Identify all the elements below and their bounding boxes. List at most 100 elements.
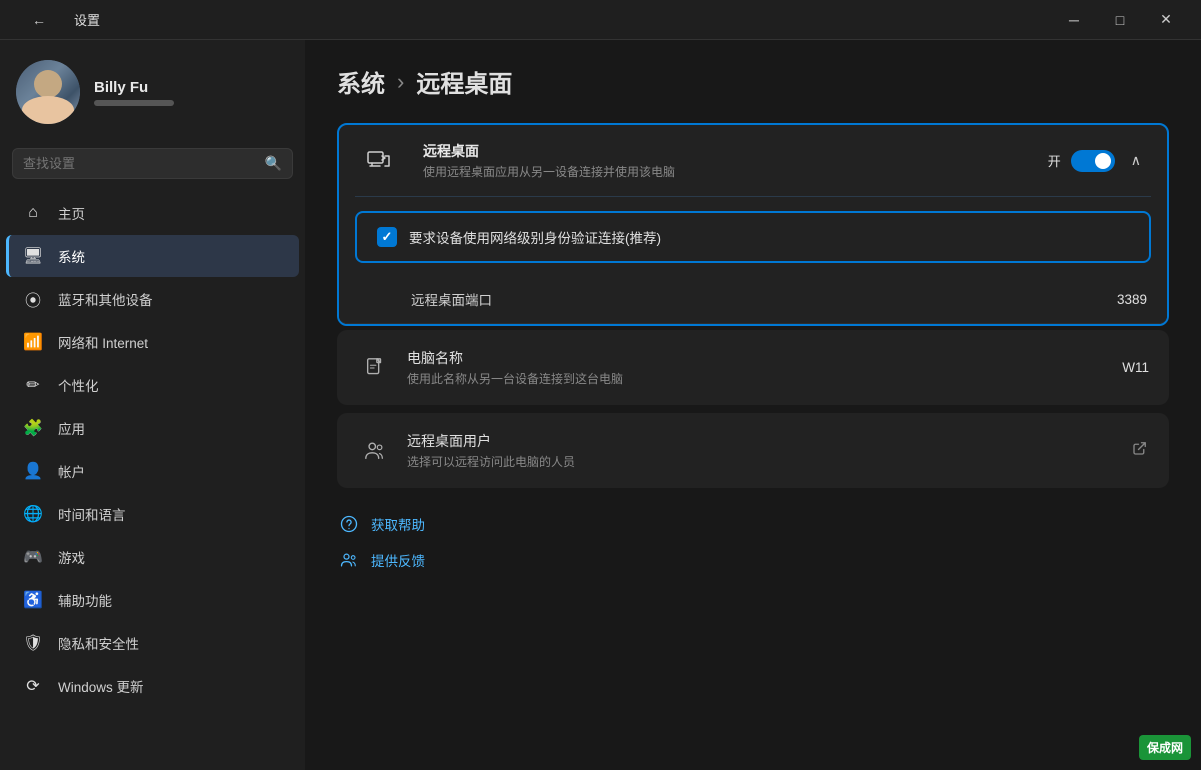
- breadcrumb-current: 远程桌面: [416, 64, 512, 99]
- remote-users-subtitle: 选择可以远程访问此电脑的人员: [407, 453, 1117, 470]
- sidebar-label-bluetooth: 蓝牙和其他设备: [58, 289, 153, 309]
- pc-name-title: 电脑名称: [407, 348, 1108, 368]
- users-icon: [364, 440, 386, 462]
- watermark: 保成网: [1139, 735, 1191, 760]
- remote-desktop-subtitle: 使用远程桌面应用从另一设备连接并使用该电脑: [423, 163, 1036, 180]
- pc-name-text: 电脑名称 使用此名称从另一台设备连接到这台电脑: [407, 348, 1108, 387]
- toggle-area: 开 ∧: [1048, 150, 1147, 172]
- remote-desktop-icon: [367, 149, 391, 173]
- avatar: [16, 60, 80, 124]
- content-area: 系统 › 远程桌面 远程桌面 使用远程桌面应用从另一设备连接并使用该电脑: [305, 40, 1201, 770]
- sidebar-label-windows-update: Windows 更新: [58, 676, 144, 696]
- sidebar-label-apps: 应用: [58, 418, 85, 438]
- sidebar-item-apps[interactable]: 🧩 应用: [6, 407, 299, 449]
- check-icon: ✓: [382, 229, 393, 245]
- remote-desktop-title: 远程桌面: [423, 141, 1036, 161]
- port-label: 远程桌面端口: [411, 289, 1117, 309]
- remote-desktop-icon-area: [359, 149, 399, 173]
- feedback-icon: [337, 548, 361, 572]
- remote-desktop-toggle[interactable]: [1071, 150, 1115, 172]
- sidebar-label-system: 系统: [58, 246, 85, 266]
- toggle-label: 开: [1048, 151, 1061, 170]
- titlebar-title: 设置: [74, 10, 100, 29]
- sidebar: Billy Fu 🔍 ⌂ 主页 🖥 系统 ⦿ 蓝牙和其他设备 �: [0, 40, 305, 770]
- remote-users-row[interactable]: 远程桌面用户 选择可以远程访问此电脑的人员: [337, 413, 1169, 488]
- user-info: Billy Fu: [94, 79, 174, 106]
- sidebar-item-accounts[interactable]: 👤 帐户: [6, 450, 299, 492]
- time-icon: 🌐: [22, 503, 44, 525]
- external-link-icon: [1131, 439, 1149, 462]
- nla-checkbox[interactable]: ✓: [377, 227, 397, 247]
- search-box[interactable]: 🔍: [12, 148, 293, 179]
- pc-name-card: 电脑名称 使用此名称从另一台设备连接到这台电脑 W11: [337, 330, 1169, 405]
- sidebar-label-gaming: 游戏: [58, 547, 85, 567]
- pc-name-value: W11: [1122, 360, 1149, 375]
- main-layout: Billy Fu 🔍 ⌂ 主页 🖥 系统 ⦿ 蓝牙和其他设备 �: [0, 40, 1201, 770]
- remote-users-card: 远程桌面用户 选择可以远程访问此电脑的人员: [337, 413, 1169, 488]
- maximize-button[interactable]: □: [1097, 4, 1143, 36]
- breadcrumb-separator: ›: [397, 69, 404, 95]
- back-button[interactable]: ←: [16, 4, 62, 36]
- user-profile[interactable]: Billy Fu: [0, 40, 305, 144]
- sidebar-item-windows-update[interactable]: ⟳ Windows 更新: [6, 665, 299, 707]
- remote-desktop-text: 远程桌面 使用远程桌面应用从另一设备连接并使用该电脑: [423, 141, 1036, 180]
- bluetooth-icon: ⦿: [22, 288, 44, 310]
- shield-icon: 🛡: [22, 632, 44, 654]
- help-icon: [337, 512, 361, 536]
- window-controls: ─ □ ✕: [1051, 4, 1189, 36]
- pc-name-subtitle: 使用此名称从另一台设备连接到这台电脑: [407, 370, 1108, 387]
- accounts-icon: 👤: [22, 460, 44, 482]
- get-help-label: 获取帮助: [371, 514, 425, 534]
- sidebar-item-privacy[interactable]: 🛡 隐私和安全性: [6, 622, 299, 664]
- close-button[interactable]: ✕: [1143, 4, 1189, 36]
- minimize-button[interactable]: ─: [1051, 4, 1097, 36]
- sidebar-item-home[interactable]: ⌂ 主页: [6, 192, 299, 234]
- pc-name-row: 电脑名称 使用此名称从另一台设备连接到这台电脑 W11: [337, 330, 1169, 405]
- sidebar-nav: ⌂ 主页 🖥 系统 ⦿ 蓝牙和其他设备 📶 网络和 Internet ✏ 个性化…: [0, 191, 305, 708]
- nla-checkbox-row[interactable]: ✓ 要求设备使用网络级别身份验证连接(推荐): [355, 211, 1151, 263]
- sidebar-item-personalization[interactable]: ✏ 个性化: [6, 364, 299, 406]
- document-icon: [364, 357, 386, 379]
- user-name: Billy Fu: [94, 79, 174, 96]
- user-subtitle-bar: [94, 100, 174, 106]
- watermark-label: 保成网: [1147, 741, 1183, 755]
- titlebar: ← 设置 ─ □ ✕: [0, 0, 1201, 40]
- sidebar-item-system[interactable]: 🖥 系统: [6, 235, 299, 277]
- sub-options-area: ✓ 要求设备使用网络级别身份验证连接(推荐): [339, 197, 1167, 275]
- sidebar-label-accessibility: 辅助功能: [58, 590, 112, 610]
- sidebar-item-accessibility[interactable]: ♿ 辅助功能: [6, 579, 299, 621]
- sidebar-label-accounts: 帐户: [58, 461, 85, 481]
- titlebar-left: ← 设置: [16, 4, 100, 36]
- search-icon: 🔍: [265, 155, 282, 172]
- sidebar-label-privacy: 隐私和安全性: [58, 633, 139, 653]
- feedback-label: 提供反馈: [371, 550, 425, 570]
- help-section: 获取帮助 提供反馈: [337, 512, 1169, 572]
- sidebar-label-personalization: 个性化: [58, 375, 99, 395]
- accessibility-icon: ♿: [22, 589, 44, 611]
- port-row: 远程桌面端口 3389: [339, 275, 1167, 324]
- search-input[interactable]: [23, 156, 257, 171]
- remote-desktop-main-row: 远程桌面 使用远程桌面应用从另一设备连接并使用该电脑 开 ∧: [339, 125, 1167, 196]
- apps-icon: 🧩: [22, 417, 44, 439]
- breadcrumb-parent: 系统: [337, 64, 385, 99]
- network-icon: 📶: [22, 331, 44, 353]
- remote-users-icon: [357, 433, 393, 469]
- port-value: 3389: [1117, 292, 1147, 307]
- sidebar-label-network: 网络和 Internet: [58, 332, 148, 352]
- feedback-link[interactable]: 提供反馈: [337, 548, 1169, 572]
- nla-label: 要求设备使用网络级别身份验证连接(推荐): [409, 227, 661, 247]
- breadcrumb: 系统 › 远程桌面: [337, 64, 1169, 99]
- avatar-image: [16, 60, 80, 124]
- get-help-link[interactable]: 获取帮助: [337, 512, 1169, 536]
- sidebar-item-time[interactable]: 🌐 时间和语言: [6, 493, 299, 535]
- sidebar-item-bluetooth[interactable]: ⦿ 蓝牙和其他设备: [6, 278, 299, 320]
- sidebar-item-gaming[interactable]: 🎮 游戏: [6, 536, 299, 578]
- remote-users-text: 远程桌面用户 选择可以远程访问此电脑的人员: [407, 431, 1117, 470]
- home-icon: ⌂: [22, 202, 44, 224]
- remote-users-title: 远程桌面用户: [407, 431, 1117, 451]
- sidebar-item-network[interactable]: 📶 网络和 Internet: [6, 321, 299, 363]
- expand-chevron[interactable]: ∧: [1125, 150, 1147, 171]
- update-icon: ⟳: [22, 675, 44, 697]
- pen-icon: ✏: [22, 374, 44, 396]
- gaming-icon: 🎮: [22, 546, 44, 568]
